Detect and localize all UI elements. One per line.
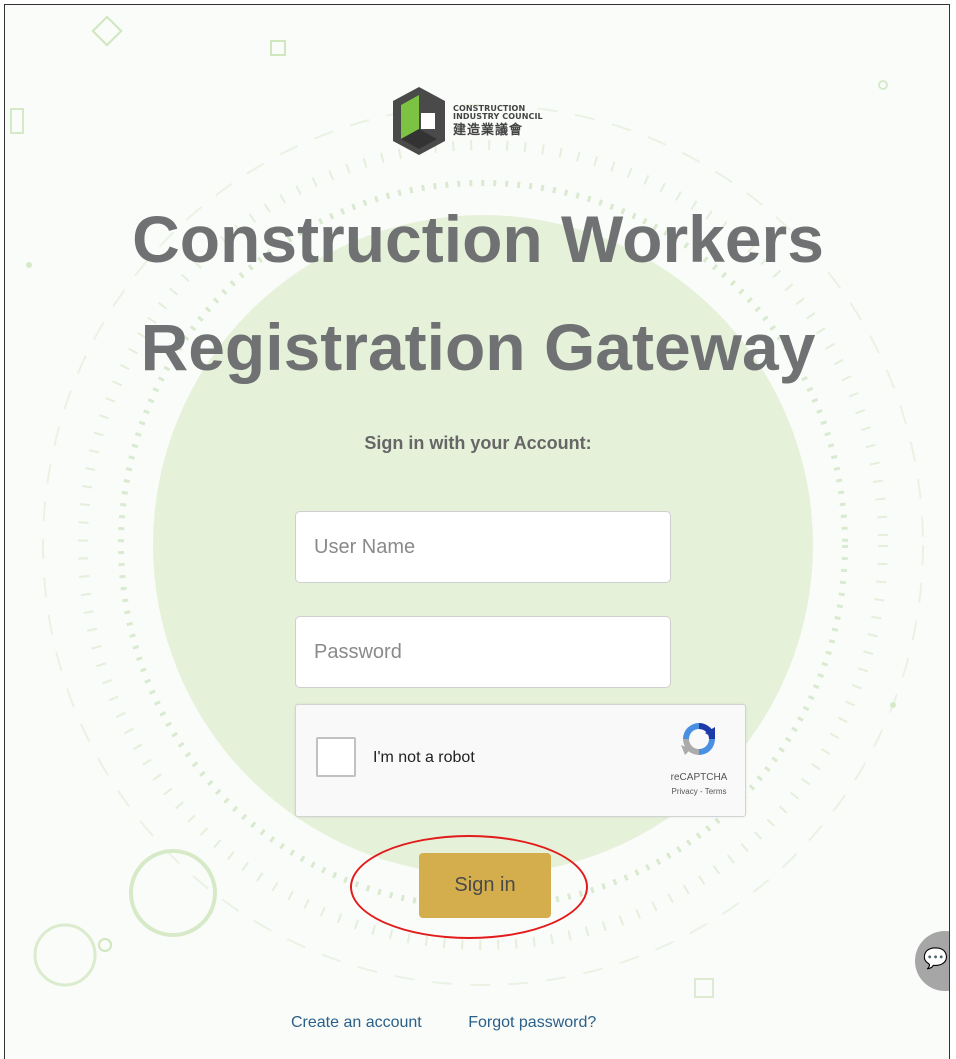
- username-input[interactable]: [295, 511, 671, 583]
- chat-icon: 💬: [923, 948, 948, 970]
- recaptcha-checkbox[interactable]: [316, 737, 356, 777]
- password-input[interactable]: [295, 616, 671, 688]
- cic-logo: CONSTRUCTION INDUSTRY COUNCIL 建造業議會: [391, 81, 543, 161]
- recaptcha-widget: I'm not a robot reCAPTCHA Privacy - Term…: [295, 704, 746, 817]
- recaptcha-privacy-terms[interactable]: Privacy - Terms: [665, 787, 733, 796]
- sign-in-button[interactable]: Sign in: [419, 853, 551, 918]
- page-title-line1: Construction Workers: [132, 202, 824, 276]
- logo-text: CONSTRUCTION INDUSTRY COUNCIL 建造業議會: [453, 104, 543, 138]
- page-frame: CONSTRUCTION INDUSTRY COUNCIL 建造業議會 Cons…: [4, 4, 950, 1059]
- recaptcha-label: I'm not a robot: [373, 749, 475, 766]
- page-title-line2: Registration Gateway: [140, 310, 816, 384]
- cic-logo-icon: [393, 87, 445, 155]
- create-account-link[interactable]: Create an account: [291, 1014, 422, 1031]
- signin-heading: Sign in with your Account:: [364, 433, 592, 453]
- recaptcha-brand: reCAPTCHA: [670, 772, 728, 783]
- logo-line2: INDUSTRY COUNCIL: [453, 112, 543, 122]
- recaptcha-icon: [681, 723, 715, 755]
- footer-links: Create an account Forgot password?: [291, 1014, 596, 1032]
- forgot-password-link[interactable]: Forgot password?: [468, 1014, 596, 1031]
- logo-chinese: 建造業議會: [453, 122, 524, 138]
- recaptcha-logo: reCAPTCHA Privacy - Terms: [665, 719, 733, 796]
